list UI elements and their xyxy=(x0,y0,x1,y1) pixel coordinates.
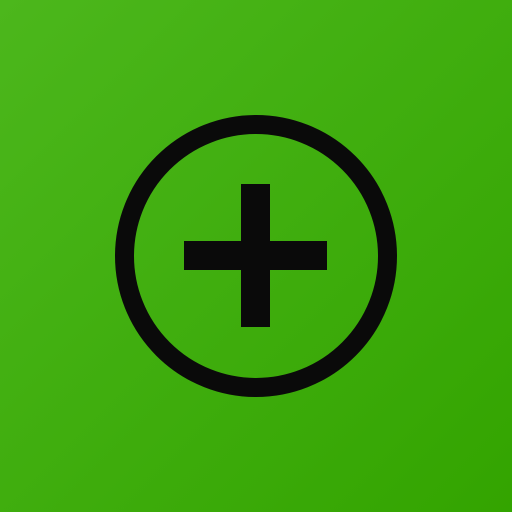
add-circle-icon xyxy=(0,0,512,512)
add-app-icon[interactable] xyxy=(0,0,512,512)
plus-horizontal-bar xyxy=(184,241,327,270)
